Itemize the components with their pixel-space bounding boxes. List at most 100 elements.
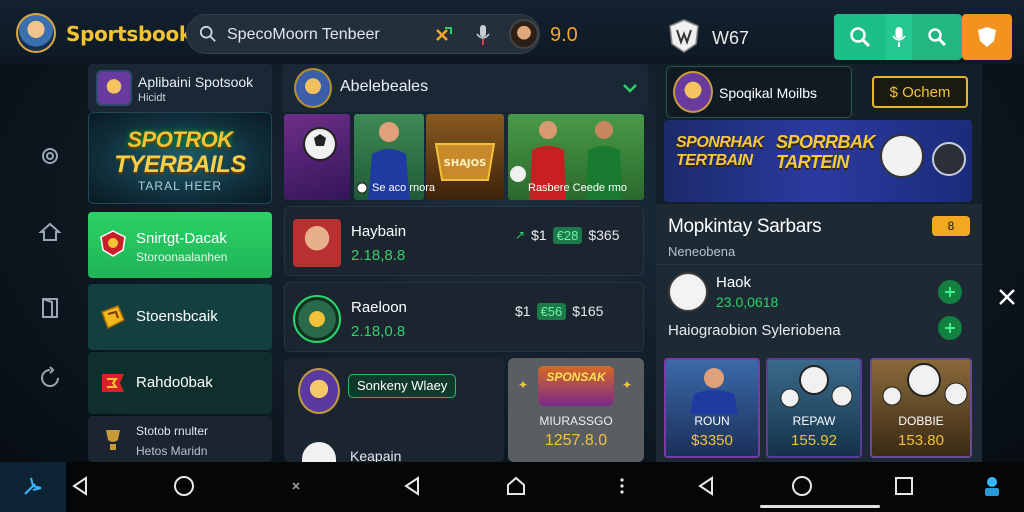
banner-action-button[interactable] [932, 142, 966, 176]
nav-label: Rahdo0bak [136, 374, 213, 391]
gesture-bar[interactable] [760, 505, 880, 508]
odds-value: $365 [588, 227, 620, 243]
club-badge-icon [673, 71, 713, 113]
find-button[interactable] [912, 14, 962, 60]
match-score: 2.18,0.8 [351, 323, 406, 340]
brand-logo-avatar[interactable] [16, 13, 56, 53]
back-icon[interactable] [694, 474, 718, 498]
card-label: ROUN [694, 414, 730, 428]
close-small-icon[interactable] [284, 474, 308, 498]
user-avatar[interactable] [509, 19, 539, 49]
home-circle-icon[interactable] [790, 474, 814, 498]
player-image [690, 368, 738, 414]
refresh-icon[interactable] [38, 366, 62, 390]
shield-button[interactable] [962, 14, 1012, 60]
brand-title: Sportsbook [66, 22, 192, 46]
close-icon[interactable] [996, 286, 1018, 308]
prize-card[interactable]: ✦ SPONSAK ✦ MIURASSGO 1257.8.0 [508, 358, 644, 462]
search-icon [850, 27, 871, 48]
settings-icon[interactable] [38, 144, 62, 168]
sparkle-icon: ✦ [518, 378, 529, 392]
plus-icon [945, 323, 955, 333]
match-name: Haok [716, 274, 752, 291]
search-button[interactable] [834, 14, 886, 60]
odds-highlight[interactable]: €28 [552, 226, 583, 244]
odds-value: $165 [572, 303, 604, 319]
mic-button[interactable] [886, 14, 912, 60]
nav-item[interactable]: Rahdo0bak [88, 352, 272, 414]
featured-match[interactable]: Sonkeny Wlaey Keapain [284, 358, 504, 464]
search-icon [199, 25, 216, 42]
back-icon[interactable] [400, 474, 424, 498]
match-row[interactable]: Haybain 2.18,8.8 ↗ $1 €28 $365 [284, 206, 644, 276]
odds-highlight[interactable]: €56 [536, 302, 567, 320]
match-score: 23.0,0618 [716, 294, 779, 310]
nav-item-active[interactable]: Snirtgt-Dacak Storoonaalanhen [88, 212, 272, 278]
door-icon[interactable] [38, 296, 62, 320]
back-icon[interactable] [68, 474, 92, 498]
search-input[interactable] [227, 24, 427, 46]
home-icon[interactable] [504, 474, 528, 498]
search-bar[interactable] [186, 14, 540, 54]
player-avatar [293, 219, 341, 267]
card-value: $3350 [691, 432, 733, 449]
add-bet-button[interactable] [938, 280, 962, 304]
club-badge-icon [293, 295, 341, 343]
match-name: Raeloon [351, 299, 407, 316]
sparkle-icon: ✦ [622, 378, 633, 392]
odds-group[interactable]: ↗ $1 €28 $365 [515, 225, 620, 245]
plus-icon [945, 287, 955, 297]
mic-icon[interactable] [475, 24, 491, 46]
add-bet-button[interactable] [938, 316, 962, 340]
bot-icon[interactable] [980, 474, 1004, 498]
odds-value: $1 [531, 227, 547, 243]
prize-logo: SPONSAK [538, 366, 614, 406]
nav-item[interactable]: Stotob rnulter Hetos Maridn [88, 416, 272, 462]
sportsbook-banner[interactable]: SPONRHAK TERTBAIN SPORRBAK TARTEIN [664, 120, 972, 202]
profile-pill[interactable]: Spoqikal Moilbs [666, 66, 852, 118]
w-label: W67 [712, 28, 750, 48]
soccer-ball-icon [668, 272, 708, 312]
club-badge-icon [100, 230, 126, 257]
nav-item[interactable]: Stoensbcaik [88, 284, 272, 350]
club-badge-icon [96, 70, 132, 106]
checkout-button[interactable]: $ Ochem [872, 76, 968, 108]
sportsbook-card[interactable]: Aplibaini Spotsook Hicidt [88, 64, 272, 112]
club-badge-icon [294, 68, 332, 108]
club-badge-icon [298, 368, 340, 414]
app-launcher-tab[interactable] [0, 462, 66, 512]
odds-group[interactable]: $1 €56 $165 [515, 301, 603, 321]
ball-icon [356, 182, 368, 194]
promo-line-1: SPOTROK [127, 127, 233, 152]
player-card[interactable]: ROUN $3350 [664, 358, 760, 458]
profile-label: Spoqikal Moilbs [719, 85, 818, 101]
featured-chip[interactable]: Sonkeny Wlaey [348, 374, 457, 398]
card-value: 155.92 [791, 432, 837, 449]
trend-up-icon: ↗ [515, 228, 526, 242]
home-circle-icon[interactable] [172, 474, 196, 498]
soccer-balls-image [780, 365, 853, 408]
market-line: Haiograobion Syleriobena [668, 322, 841, 339]
promo-banner[interactable]: SPOTROK TYERBAILS TARAL HEER [88, 112, 272, 204]
more-icon[interactable] [610, 474, 634, 498]
section-header[interactable]: Abelebeales [282, 64, 648, 112]
player-card[interactable]: REPAW 155.92 [766, 358, 862, 458]
match-row[interactable]: Raeloon 2.18,0.8 $1 €56 $165 [284, 282, 644, 352]
match-name: Haybain [351, 223, 407, 240]
match-score: 2.18,8.8 [351, 247, 406, 264]
player-card[interactable]: DOBBIE 153.80 [870, 358, 972, 458]
banner-text-right: SPORRBAK TARTEIN [776, 132, 876, 172]
caption-left: Se aco rnora [372, 182, 435, 194]
tag-badge[interactable]: 8 [932, 216, 970, 236]
caption-right: Rasbere Ceede rmo [528, 182, 628, 194]
recents-icon[interactable] [892, 474, 916, 498]
trophy-icon [106, 430, 120, 450]
chevron-down-icon[interactable] [622, 80, 638, 96]
prize-label: MIURASSGO [539, 414, 613, 428]
shuffle-icon[interactable] [435, 25, 455, 45]
home-icon[interactable] [38, 220, 62, 244]
section-title: Abelebeales [340, 78, 429, 95]
player-cards: ROUN $3350 REPAW 155.92 DOBBIE 153.80 [664, 358, 972, 458]
magnifier-icon [928, 28, 947, 47]
svg-text:SHAJOS: SHAJOS [444, 158, 487, 169]
